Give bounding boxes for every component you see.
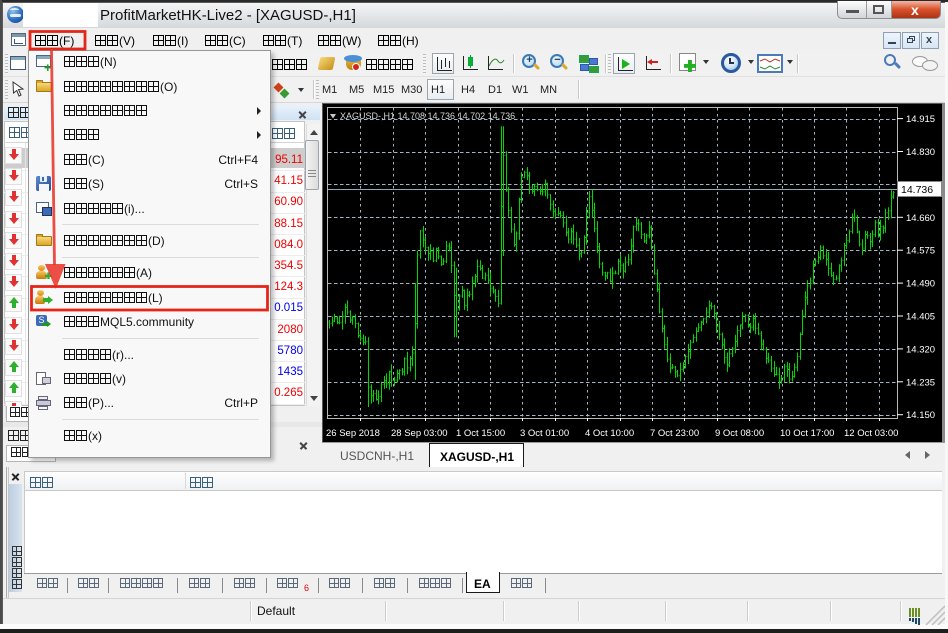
svg-text:9 Oct 08:00: 9 Oct 08:00 bbox=[715, 428, 764, 439]
svg-text:12 Oct 03:00: 12 Oct 03:00 bbox=[844, 428, 898, 439]
svg-text:26 Sep 2018: 26 Sep 2018 bbox=[326, 428, 380, 439]
svg-text:14.320: 14.320 bbox=[906, 344, 935, 355]
svg-text:14.150: 14.150 bbox=[906, 410, 935, 421]
svg-text:4 Oct 10:00: 4 Oct 10:00 bbox=[585, 428, 634, 439]
svg-text:28 Sep 03:00: 28 Sep 03:00 bbox=[391, 428, 448, 439]
svg-text:14.830: 14.830 bbox=[906, 147, 935, 158]
svg-text:14.405: 14.405 bbox=[906, 312, 935, 323]
svg-text:10 Oct 17:00: 10 Oct 17:00 bbox=[780, 428, 834, 439]
svg-text:1 Oct 15:00: 1 Oct 15:00 bbox=[456, 428, 505, 439]
svg-text:14.660: 14.660 bbox=[906, 213, 935, 224]
svg-text:14.915: 14.915 bbox=[906, 114, 935, 125]
svg-text:14.575: 14.575 bbox=[906, 246, 935, 257]
svg-text:XAGUSD-,H1 14.708 14.736 14.7: XAGUSD-,H1 14.708 14.736 14.702 14.736 bbox=[340, 111, 515, 121]
svg-text:14.235: 14.235 bbox=[906, 377, 935, 388]
svg-text:7 Oct 23:00: 7 Oct 23:00 bbox=[650, 428, 699, 439]
svg-text:14.490: 14.490 bbox=[906, 279, 935, 290]
svg-text:3 Oct 01:00: 3 Oct 01:00 bbox=[520, 428, 569, 439]
svg-text:14.736: 14.736 bbox=[901, 184, 933, 196]
